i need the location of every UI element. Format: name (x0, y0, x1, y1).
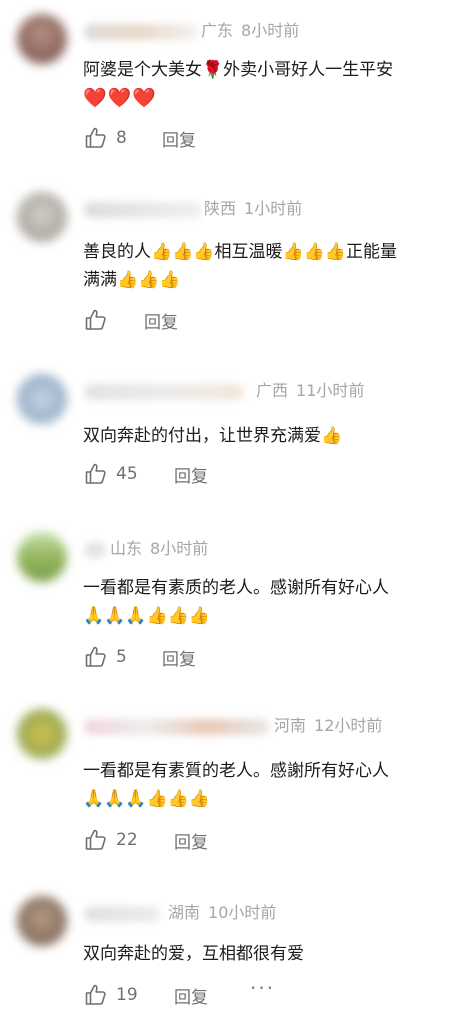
comment-meta: 山东 8小时前 (110, 535, 208, 559)
location: 广东 (201, 21, 234, 40)
like-button[interactable]: 8 (84, 126, 140, 150)
comment-text: 双向奔赴的爱，互相都很有爱 (83, 940, 458, 968)
avatar[interactable] (17, 192, 67, 242)
reply-button[interactable]: 回复 (174, 828, 208, 853)
comment-text-line: 🙏🙏🙏👍👍👍 (83, 606, 211, 626)
thumbs-up-icon (85, 984, 106, 1005)
like-button[interactable]: 22 (84, 828, 140, 852)
like-count: 8 (116, 128, 127, 148)
timestamp: 1小时前 (244, 199, 303, 218)
location: 陕西 (204, 199, 237, 218)
timestamp: 11小时前 (296, 381, 365, 400)
location: 山东 (110, 539, 143, 558)
comment-actions: 22 回复 (84, 827, 208, 853)
comment-meta: 陕西 1小时前 (204, 195, 302, 219)
avatar[interactable] (17, 896, 67, 946)
timestamp: 8小时前 (241, 21, 300, 40)
like-count: 22 (116, 830, 138, 850)
like-button[interactable] (84, 308, 140, 332)
thumbs-up-icon (85, 829, 106, 850)
comment-text-line: 一看都是有素質的老人。感謝所有好心人 (83, 761, 389, 781)
comment-text-line: 一看都是有素质的老人。感谢所有好心人 (83, 578, 389, 598)
username-blurred[interactable] (84, 719, 269, 735)
avatar[interactable] (17, 14, 67, 64)
comment-text-line: 双向奔赴的爱，互相都很有爱 (83, 944, 304, 964)
avatar[interactable] (17, 709, 67, 759)
username-blurred[interactable] (84, 24, 199, 40)
heart-emojis: ❤️❤️❤️ (83, 87, 157, 109)
username-blurred[interactable] (84, 384, 244, 400)
avatar[interactable] (17, 374, 67, 424)
comment-text: 阿婆是个大美女🌹外卖小哥好人一生平安 ❤️❤️❤️ (83, 56, 458, 112)
comment-text-line: 双向奔赴的付出，让世界充满爱👍 (83, 426, 343, 446)
timestamp: 12小时前 (314, 716, 383, 735)
comment-actions: 回复 (84, 307, 178, 333)
like-button[interactable]: 5 (84, 645, 140, 669)
like-count: 45 (116, 464, 138, 484)
comment-meta: 广西 11小时前 (256, 377, 364, 401)
username-blurred[interactable] (84, 202, 202, 218)
reply-button[interactable]: 回复 (174, 462, 208, 487)
timestamp: 8小时前 (150, 539, 209, 558)
comment-actions: 8 回复 (84, 125, 196, 151)
location: 湖南 (168, 903, 201, 922)
like-button[interactable]: 19 (84, 983, 140, 1007)
comment-text: 一看都是有素質的老人。感謝所有好心人 🙏🙏🙏👍👍👍 (83, 757, 458, 813)
username-blurred[interactable] (84, 542, 106, 558)
reply-button[interactable]: 回复 (162, 126, 196, 151)
reply-button[interactable]: 回复 (174, 983, 208, 1008)
reply-button[interactable]: 回复 (162, 645, 196, 670)
avatar[interactable] (17, 532, 67, 582)
like-count: 19 (116, 985, 138, 1005)
thumbs-up-icon (85, 127, 106, 148)
reply-button[interactable]: 回复 (144, 308, 178, 333)
location: 广西 (256, 381, 289, 400)
comment-actions: 19 回复 ··· (84, 976, 273, 1008)
comment-text: 双向奔赴的付出，让世界充满爱👍 (83, 422, 458, 450)
timestamp: 10小时前 (208, 903, 277, 922)
more-options-button[interactable]: ··· (250, 976, 275, 1000)
thumbs-up-icon (85, 463, 106, 484)
like-button[interactable]: 45 (84, 462, 140, 486)
comment-actions: 5 回复 (84, 644, 196, 670)
comment-text: 一看都是有素质的老人。感谢所有好心人 🙏🙏🙏👍👍👍 (83, 574, 458, 630)
location: 河南 (274, 716, 307, 735)
comment-actions: 45 回复 (84, 461, 208, 487)
comment-meta: 湖南 10小时前 (168, 899, 276, 923)
comment-text-line: 满满👍👍👍 (83, 270, 181, 290)
username-blurred[interactable] (84, 906, 160, 922)
comment-text-line: 阿婆是个大美女🌹外卖小哥好人一生平安 (83, 60, 394, 80)
thumbs-up-icon (85, 309, 106, 330)
comment-text-line: 🙏🙏🙏👍👍👍 (83, 789, 211, 809)
comment-meta: 广东 8小时前 (201, 17, 299, 41)
comment-text: 善良的人👍👍👍相互温暖👍👍👍正能量 满满👍👍👍 (83, 238, 458, 294)
comment-meta: 河南 12小时前 (274, 712, 382, 736)
thumbs-up-icon (85, 646, 106, 667)
comment-text-line: 善良的人👍👍👍相互温暖👍👍👍正能量 (83, 242, 398, 262)
like-count: 5 (116, 647, 127, 667)
